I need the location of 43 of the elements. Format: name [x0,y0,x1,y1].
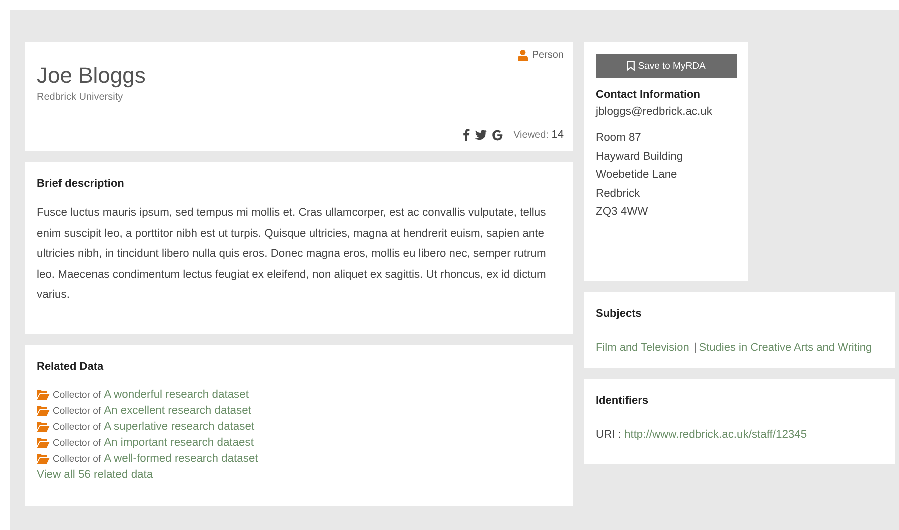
section-heading: Subjects [596,308,643,320]
relation-label: Collector of [53,390,102,400]
organisation-name: Redbrick University [37,92,124,103]
person-icon [518,50,528,61]
folder-icon [37,454,50,464]
section-heading: Contact Information [596,89,702,101]
folder-icon [37,390,50,400]
address-line: Redbrick [596,186,642,202]
address-line: ZQ3 4WW [596,205,650,220]
view-all-link[interactable]: View all 56 related data [37,469,561,481]
view-count: Viewed: 14 [514,129,564,141]
email-address: jbloggs@redbrick.ac.uk [596,106,714,118]
person-name: Joe Bloggs [37,63,147,89]
dataset-link[interactable]: An excellent research dataset [104,405,252,417]
dataset-link[interactable]: A wonderful research dataset [104,389,249,401]
bookmark-icon [627,61,636,71]
folder-icon [37,422,50,432]
relation-label: Collector of [53,406,102,416]
folder-icon [37,406,50,416]
relation-label: Collector of [53,422,102,432]
dataset-link[interactable]: A well-formed research dataset [104,453,258,465]
record-type: Person [532,50,564,61]
folder-icon [37,438,50,448]
section-heading: Related Data [37,361,105,373]
subject-link[interactable]: Studies in Creative Arts and Writing [699,342,872,354]
bird-icon[interactable] [474,130,487,140]
facebook-icon[interactable] [462,129,470,141]
address-line: Hayward Building [596,150,684,164]
identifier-link[interactable]: http://www.redbrick.ac.uk/staff/12345 [624,429,808,441]
relation-label: Collector of [53,454,102,464]
relation-label: Collector of [53,438,102,448]
save-button[interactable]: Save to MyRDA [596,54,737,78]
description-text: Fusce luctus mauris ipsum, sed tempus mi mollis et. Cras ullamcorper, est ac convallis vulputate, tellus enim suscipit leo, a porttitor nibh est ut turpis. Quisque ultricies, magna at hendrerit euism, sapien ante ultricies nibh, in tincidunt libero nulla quis eros. Donec magna eros, mollis eu libero nec, semper rutrum leo. Maecenas condimentum lectus feugiat ex eleifend, non aliquet ex sagittis. Ut rhoncus, ex id dictum varius. [37,206,548,303]
section-heading: Identifiers [596,395,650,407]
dataset-link[interactable]: An important research dataest [104,437,254,449]
google-icon[interactable] [492,130,503,140]
subject-link[interactable]: Film and Television [596,342,690,354]
separator: | [694,342,698,354]
section-heading: Brief description [37,178,126,190]
identifier-label: URI : [596,429,622,441]
address-line: Room 87 [596,131,642,146]
address-line: Woebetide Lane [596,168,678,183]
dataset-link[interactable]: A superlative research dataset [104,421,255,433]
